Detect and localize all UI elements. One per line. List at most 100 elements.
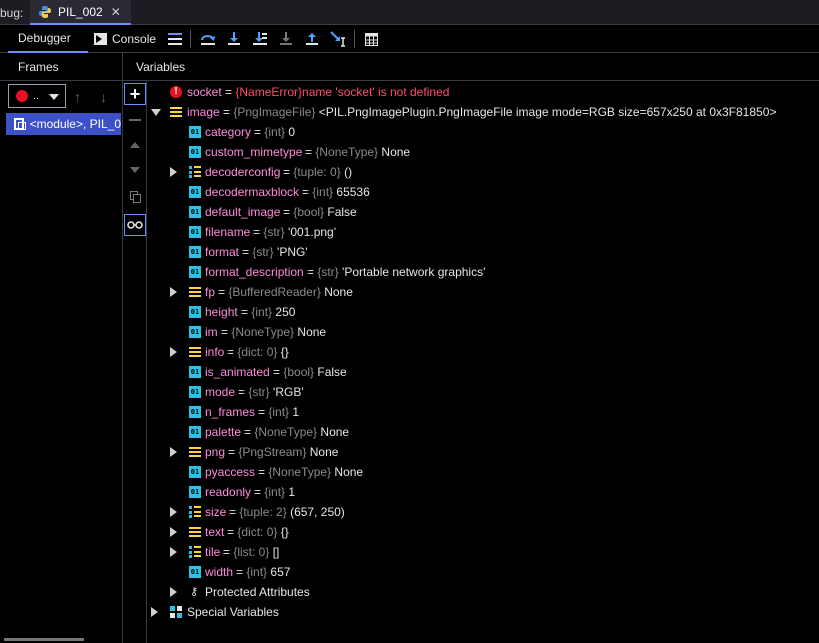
glasses-icon[interactable] bbox=[124, 214, 146, 236]
primitive-icon: 01 bbox=[189, 146, 201, 158]
run-to-cursor-icon[interactable] bbox=[329, 30, 347, 48]
variable-row-format[interactable]: 01 format = {str} 'PNG' bbox=[148, 242, 819, 262]
variable-repr: 'PNG' bbox=[277, 245, 308, 259]
variable-name: text bbox=[205, 525, 225, 539]
variable-row-info[interactable]: info = {dict: 0} {} bbox=[148, 342, 819, 362]
step-out-icon[interactable] bbox=[303, 30, 321, 48]
close-icon[interactable]: ✕ bbox=[111, 5, 121, 19]
variable-row-width[interactable]: 01 width = {int} 657 bbox=[148, 562, 819, 582]
variable-type: {str} bbox=[317, 265, 339, 279]
run-config-tab[interactable]: PIL_002 ✕ bbox=[30, 0, 131, 25]
variable-row-palette[interactable]: 01 palette = {NoneType} None bbox=[148, 422, 819, 442]
expand-arrow-icon[interactable] bbox=[151, 607, 158, 617]
tab-console[interactable]: Console bbox=[94, 25, 156, 53]
object-icon bbox=[170, 106, 182, 118]
variable-type: {dict: 0} bbox=[237, 345, 278, 359]
remove-watch-icon[interactable] bbox=[124, 109, 146, 131]
add-watch-button[interactable]: + bbox=[124, 83, 146, 105]
variable-value: = {NameError}name 'socket' is not define… bbox=[225, 85, 450, 99]
variable-type: {int} bbox=[264, 125, 286, 139]
special-variables-icon bbox=[170, 606, 182, 618]
tab-debugger[interactable]: Debugger bbox=[8, 25, 88, 53]
show-execution-point-icon[interactable] bbox=[166, 30, 184, 48]
expand-arrow-icon[interactable] bbox=[170, 287, 177, 297]
variable-row-tile[interactable]: tile = {list: 0} [] bbox=[148, 542, 819, 562]
expand-arrow-icon[interactable] bbox=[170, 527, 177, 537]
variable-name: custom_mimetype bbox=[205, 145, 303, 159]
arrow-down-icon[interactable]: ↓ bbox=[100, 89, 107, 105]
variable-name: decoderconfig bbox=[205, 165, 281, 179]
variable-row-png[interactable]: png = {PngStream} None bbox=[148, 442, 819, 462]
variable-type: {PngImageFile} bbox=[233, 105, 316, 119]
move-up-icon[interactable] bbox=[124, 134, 146, 156]
variable-row-image[interactable]: image = {PngImageFile} <PIL.PngImagePlug… bbox=[148, 102, 819, 122]
variable-row-decodermaxblock[interactable]: 01 decodermaxblock = {int} 65536 bbox=[148, 182, 819, 202]
variable-type: {dict: 0} bbox=[237, 525, 278, 539]
variable-type: {tuple: 0} bbox=[293, 165, 341, 179]
variable-row-size[interactable]: size = {tuple: 2} (657, 250) bbox=[148, 502, 819, 522]
variable-row-readonly[interactable]: 01 readonly = {int} 1 bbox=[148, 482, 819, 502]
variable-value: = {int} 65536 bbox=[302, 185, 370, 199]
special-variables-row[interactable]: Special Variables bbox=[148, 602, 819, 622]
object-icon bbox=[189, 446, 201, 458]
frames-horizontal-scrollbar[interactable] bbox=[4, 638, 84, 641]
expand-arrow-icon[interactable] bbox=[170, 347, 177, 357]
variable-type: {str} bbox=[248, 385, 270, 399]
variable-repr: [] bbox=[272, 545, 280, 559]
variable-value: = {dict: 0} {} bbox=[227, 525, 289, 539]
variable-name: width bbox=[205, 565, 234, 579]
variable-row-height[interactable]: 01 height = {int} 250 bbox=[148, 302, 819, 322]
evaluate-expression-icon[interactable] bbox=[362, 30, 380, 48]
variable-type: {int} bbox=[251, 305, 273, 319]
variable-name: info bbox=[205, 345, 225, 359]
variable-row-fp[interactable]: fp = {BufferedReader} None bbox=[148, 282, 819, 302]
copy-icon[interactable] bbox=[124, 186, 146, 208]
frame-list-item[interactable]: <module>, PIL_0 bbox=[6, 113, 121, 135]
primitive-icon: 01 bbox=[189, 386, 201, 398]
variable-value: = {PngImageFile} <PIL.PngImagePlugin.Png… bbox=[223, 105, 777, 119]
variable-row-custom-mimetype[interactable]: 01 custom_mimetype = {NoneType} None bbox=[148, 142, 819, 162]
variable-name: tile bbox=[205, 545, 221, 559]
variable-row-im[interactable]: 01 im = {NoneType} None bbox=[148, 322, 819, 342]
primitive-icon: 01 bbox=[189, 466, 201, 478]
variable-value: = {int} 1 bbox=[258, 405, 300, 419]
step-into-my-code-icon[interactable] bbox=[251, 30, 269, 48]
thread-selector[interactable]: .. bbox=[8, 84, 66, 108]
collapse-arrow-icon[interactable] bbox=[151, 108, 161, 116]
force-step-into-icon[interactable] bbox=[277, 30, 295, 48]
variable-repr: {} bbox=[280, 345, 289, 359]
variable-name: png bbox=[205, 445, 226, 459]
arrow-up-icon[interactable]: ↑ bbox=[74, 89, 81, 105]
expand-arrow-icon[interactable] bbox=[170, 507, 177, 517]
console-icon bbox=[94, 33, 107, 45]
expand-arrow-icon[interactable] bbox=[170, 167, 177, 177]
variable-row-pyaccess[interactable]: 01 pyaccess = {NoneType} None bbox=[148, 462, 819, 482]
variable-repr: None bbox=[334, 465, 364, 479]
variable-row-n-frames[interactable]: 01 n_frames = {int} 1 bbox=[148, 402, 819, 422]
thread-selector-value: .. bbox=[33, 90, 40, 102]
variable-type: {int} bbox=[246, 565, 268, 579]
step-into-icon[interactable] bbox=[225, 30, 243, 48]
variable-value: = {NoneType} None bbox=[221, 325, 327, 339]
variable-row-is-animated[interactable]: 01 is_animated = {bool} False bbox=[148, 362, 819, 382]
protected-attributes-row[interactable]: ⚷ Protected Attributes bbox=[148, 582, 819, 602]
primitive-icon: 01 bbox=[189, 266, 201, 278]
variable-row-socket[interactable]: ! socket = {NameError}name 'socket' is n… bbox=[148, 82, 819, 102]
variable-row-mode[interactable]: 01 mode = {str} 'RGB' bbox=[148, 382, 819, 402]
variable-type: {int} bbox=[264, 485, 286, 499]
variable-row-decoderconfig[interactable]: decoderconfig = {tuple: 0} () bbox=[148, 162, 819, 182]
variable-row-default-image[interactable]: 01 default_image = {bool} False bbox=[148, 202, 819, 222]
variable-row-format-description[interactable]: 01 format_description = {str} 'Portable n… bbox=[148, 262, 819, 282]
variable-row-filename[interactable]: 01 filename = {str} '001.png' bbox=[148, 222, 819, 242]
variable-repr: None bbox=[320, 425, 350, 439]
variable-row-text[interactable]: text = {dict: 0} {} bbox=[148, 522, 819, 542]
step-over-icon[interactable] bbox=[199, 30, 217, 48]
variable-name: n_frames bbox=[205, 405, 256, 419]
expand-arrow-icon[interactable] bbox=[170, 587, 177, 597]
variable-repr: '001.png' bbox=[288, 225, 337, 239]
move-down-icon[interactable] bbox=[124, 159, 146, 181]
variable-name: category bbox=[205, 125, 252, 139]
expand-arrow-icon[interactable] bbox=[170, 547, 177, 557]
expand-arrow-icon[interactable] bbox=[170, 447, 177, 457]
variable-row-category[interactable]: 01 category = {int} 0 bbox=[148, 122, 819, 142]
